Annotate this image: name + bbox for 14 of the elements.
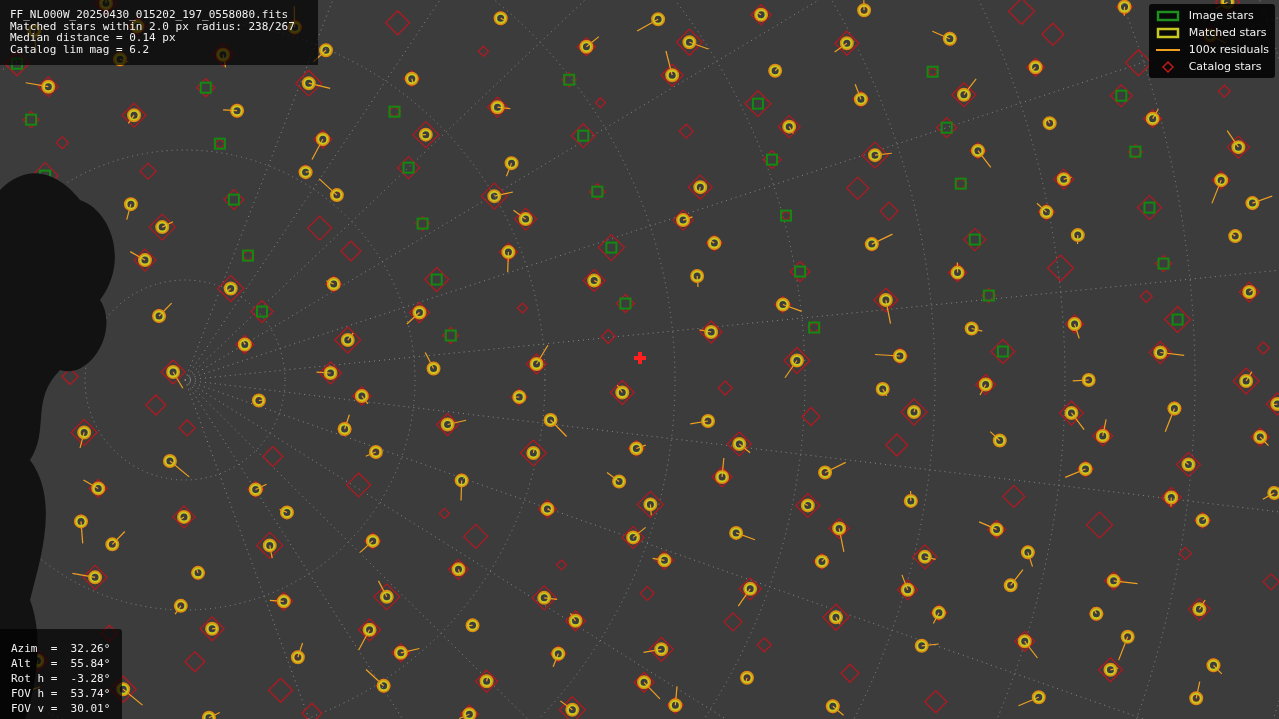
- readout-text: FOV v = 30.01°: [11, 701, 111, 716]
- info-text: Matched stars within 2.0 px radius: 238/267: [10, 20, 296, 32]
- info-text: FF_NL000W_20250430_015202_197_0558080.fits: [10, 9, 290, 21]
- readout-text: Alt = 55.84°: [11, 656, 111, 671]
- center-cross-icon: [632, 350, 648, 366]
- legend-label: Image stars: [1188, 9, 1254, 22]
- legend-label: Catalog stars: [1188, 60, 1262, 73]
- readout-text: Rot h = -3.28°: [11, 671, 111, 686]
- readout-text: FOV h = 53.74°: [11, 686, 111, 701]
- legend-label: 100x residuals: [1188, 43, 1269, 56]
- info-text: Median distance = 0.14 px: [10, 32, 176, 44]
- readout-text: Azim = 32.26°: [11, 641, 111, 656]
- info-text: Catalog lim mag = 6.2: [10, 43, 151, 55]
- legend-label: Matched stars: [1188, 26, 1267, 39]
